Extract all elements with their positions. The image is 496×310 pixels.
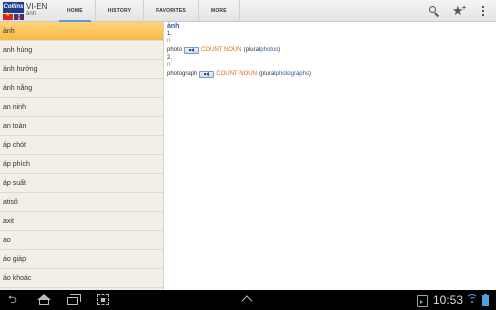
word-list[interactable]: ảnh anh hùng ảnh hưởng ánh nắng an ninh … — [0, 22, 164, 290]
plural-link[interactable]: photographs — [276, 69, 309, 79]
wifi-icon — [466, 294, 478, 308]
list-item[interactable]: áo khoác — [0, 269, 163, 288]
translation: photograph — [167, 71, 198, 77]
list-item[interactable]: an ninh — [0, 98, 163, 117]
chevron-up-icon[interactable] — [242, 295, 254, 309]
overflow-menu-icon[interactable] — [480, 4, 486, 18]
collins-logo[interactable]: Collins — [3, 2, 24, 20]
home-icon[interactable] — [36, 293, 52, 307]
list-item[interactable]: ảnh hưởng — [0, 60, 163, 79]
plural-link[interactable]: photos — [260, 45, 278, 55]
list-item[interactable]: an toàn — [0, 117, 163, 136]
back-icon[interactable]: ⮌ — [8, 293, 24, 307]
list-item[interactable]: anh hùng — [0, 41, 163, 60]
translation-line: photo COUNT NOUN (plural photos) — [167, 45, 492, 55]
translation: photo — [167, 47, 183, 53]
list-item[interactable]: áo giáp — [0, 250, 163, 269]
grammar-label: COUNT NOUN — [216, 71, 257, 77]
tab-history[interactable]: HISTORY — [94, 0, 143, 22]
vietnam-flag-icon — [3, 11, 13, 20]
list-item[interactable]: ánh nắng — [0, 79, 163, 98]
screenshot-icon[interactable] — [95, 293, 111, 307]
recent-apps-icon[interactable] — [66, 293, 82, 307]
list-item[interactable]: axit — [0, 212, 163, 231]
list-item[interactable]: áp chót — [0, 136, 163, 155]
speaker-icon[interactable] — [184, 46, 200, 54]
grammar-label: COUNT NOUN — [201, 47, 242, 53]
plural-suffix: ) — [309, 71, 311, 77]
list-item[interactable]: ảnh — [0, 22, 163, 41]
sense-number: 2. — [167, 55, 173, 61]
list-item[interactable]: ao — [0, 231, 163, 250]
part-of-speech: n — [167, 38, 171, 44]
part-of-speech: n — [167, 62, 171, 68]
plural-prefix: (plural — [258, 71, 276, 77]
tab-home[interactable]: HOME — [55, 0, 95, 22]
list-item[interactable]: áp suất — [0, 174, 163, 193]
dictionary-direction: VI-EN — [26, 2, 48, 11]
tab-favorites[interactable]: FAVORITES — [143, 0, 198, 22]
tab-bar: HOME HISTORY FAVORITES MORE — [55, 0, 240, 22]
speaker-icon[interactable] — [199, 70, 215, 78]
list-item[interactable]: áp phích — [0, 155, 163, 174]
search-icon[interactable] — [427, 4, 441, 18]
headword: ảnh — [167, 23, 180, 30]
star-plus-icon[interactable]: ★ + — [452, 4, 466, 18]
tab-more[interactable]: MORE — [197, 0, 240, 22]
entry-panel: ảnh 1. n photo COUNT NOUN (plural photos… — [167, 23, 492, 289]
clock: 10:53 — [433, 293, 464, 307]
current-word: ảnh — [26, 11, 37, 17]
plural-suffix: ) — [278, 47, 281, 53]
action-bar: Collins VI-EN ảnh HOME HISTORY FAVORITES… — [0, 0, 496, 22]
plural-prefix: (plural — [243, 47, 261, 53]
notification-icon[interactable] — [417, 295, 428, 307]
uk-flag-icon — [14, 14, 24, 20]
list-item[interactable]: atisô — [0, 193, 163, 212]
system-bar: ⮌ 10:53 — [0, 290, 496, 310]
translation-line: photograph COUNT NOUN (plural photograph… — [167, 69, 492, 79]
sense-number: 1. — [167, 31, 173, 37]
battery-icon — [482, 294, 489, 306]
